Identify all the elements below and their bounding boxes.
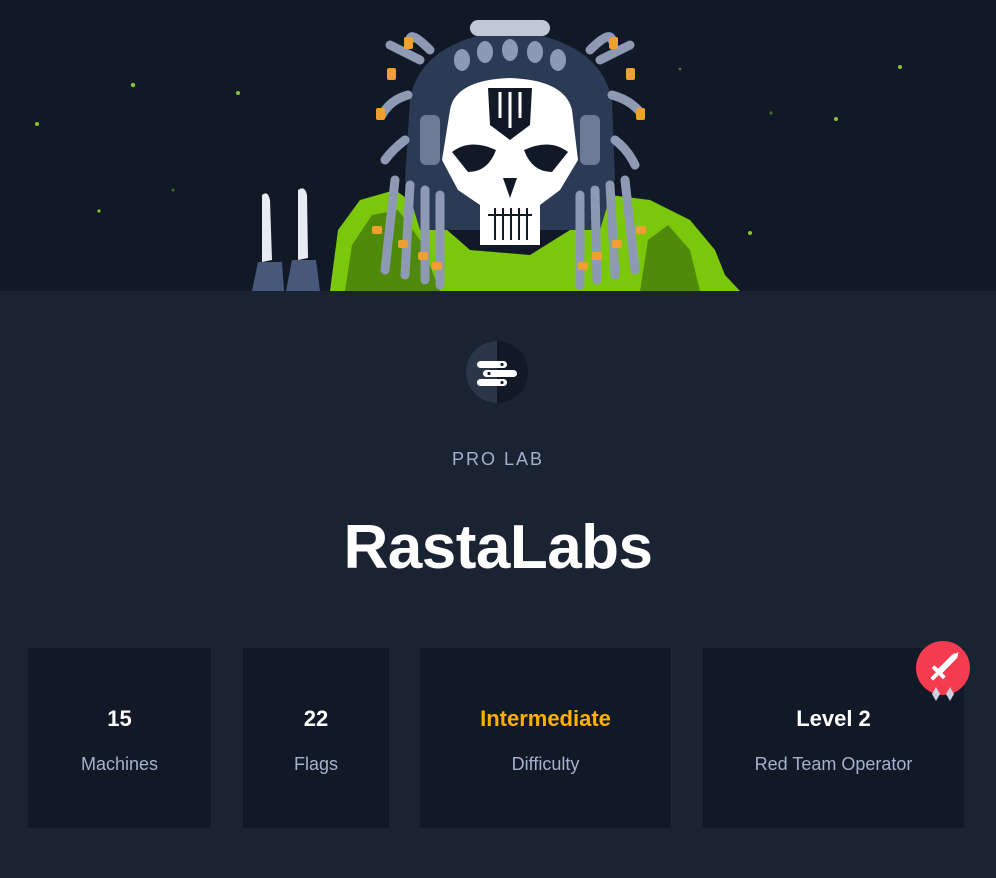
stat-value: 15 <box>107 706 132 731</box>
stat-card-flags: 22 Flags <box>243 648 389 828</box>
red-team-sword-badge-icon <box>916 641 970 707</box>
skull-mascot-icon <box>35 20 902 291</box>
stat-value: Level 2 <box>796 706 871 731</box>
stat-card-machines: 15 Machines <box>28 648 211 828</box>
lab-title: RastaLabs <box>343 513 653 582</box>
stat-value: 22 <box>303 706 329 731</box>
stat-label: Flags <box>293 754 338 774</box>
lab-type-label: PRO LAB <box>451 449 545 469</box>
stat-label: Red Team Operator <box>754 754 913 774</box>
stat-value: Intermediate <box>480 706 611 731</box>
stat-label: Difficulty <box>511 754 580 774</box>
rastalabs-logo-icon <box>466 341 528 403</box>
hero-banner <box>0 0 996 291</box>
stat-card-difficulty: Intermediate Difficulty <box>420 648 671 828</box>
stat-label: Machines <box>80 754 159 774</box>
